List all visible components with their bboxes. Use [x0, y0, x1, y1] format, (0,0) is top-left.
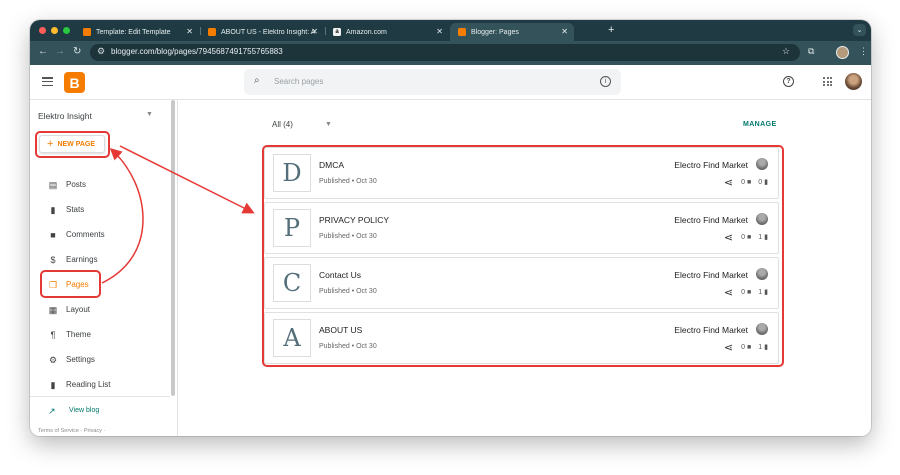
extensions-icon[interactable]: ⧉ — [808, 46, 814, 57]
url-field[interactable]: ⚙ blogger.com/blog/pages/794568749175576… — [90, 44, 800, 61]
sidebar-item-label: Reading List — [66, 380, 111, 389]
search-icon: ⌕ — [254, 75, 260, 86]
stats-icon: ▮ — [50, 204, 56, 215]
close-tab-icon[interactable]: ✕ — [186, 27, 193, 36]
blog-selector[interactable]: Elektro Insight — [38, 111, 92, 121]
close-tab-icon[interactable]: ✕ — [311, 27, 318, 36]
profile-avatar[interactable] — [836, 46, 849, 59]
sidebar-item-reading-list[interactable]: ▮ Reading List — [30, 375, 170, 395]
layout-icon: ▦ — [48, 304, 58, 315]
browser-tab[interactable]: a Amazon.com ✕ — [325, 23, 449, 41]
browser-tab-active[interactable]: Blogger: Pages ✕ — [450, 23, 574, 41]
tab-title: Blogger: Pages — [471, 28, 519, 36]
settings-icon: ⚙ — [48, 354, 58, 365]
browser-tab[interactable]: ABOUT US - Elektro Insight: A ✕ — [200, 23, 324, 41]
back-icon[interactable]: ← — [38, 46, 48, 57]
sidebar-item-layout[interactable]: ▦ Layout — [30, 300, 170, 320]
pages-filter-dropdown[interactable]: All (4) — [272, 120, 293, 129]
zoom-window-button[interactable] — [63, 27, 70, 34]
sidebar-item-comments[interactable]: ■ Comments — [30, 225, 170, 245]
sidebar-item-theme[interactable]: ¶ Theme — [30, 325, 170, 345]
help-icon[interactable]: ? — [783, 76, 794, 87]
sidebar-item-label: Theme — [66, 330, 91, 339]
sidebar-item-label: Stats — [66, 205, 85, 214]
browser-menu-icon[interactable]: ⋮ — [859, 46, 868, 57]
blogger-icon — [83, 28, 91, 36]
open-external-icon: ↗ — [48, 406, 56, 416]
tab-bar: Template: Edit Template ✕ ABOUT US - Ele… — [30, 20, 871, 41]
tab-search-icon[interactable]: ⌄ — [853, 24, 866, 36]
close-window-button[interactable] — [39, 27, 46, 34]
new-page-highlight — [35, 131, 110, 158]
account-avatar[interactable] — [845, 73, 862, 90]
menu-icon[interactable] — [42, 77, 53, 87]
site-info-icon[interactable]: ⚙ — [97, 46, 105, 57]
sidebar-item-posts[interactable]: ▤ Posts — [30, 175, 170, 195]
reading-list-icon: ▮ — [50, 379, 56, 390]
posts-icon: ▤ — [48, 179, 58, 190]
sidebar-item-label: Layout — [66, 305, 91, 314]
sidebar-item-stats[interactable]: ▮ Stats — [30, 200, 170, 220]
blogger-icon — [208, 28, 216, 36]
tab-title: Amazon.com — [346, 28, 387, 36]
sidebar-item-label: Comments — [66, 230, 105, 239]
theme-icon: ¶ — [50, 330, 56, 340]
address-bar: ← → ↻ ⚙ blogger.com/blog/pages/794568749… — [30, 41, 871, 65]
dropdown-caret-icon[interactable]: ▼ — [146, 111, 153, 118]
close-tab-icon[interactable]: ✕ — [436, 27, 443, 36]
amazon-icon: a — [333, 28, 341, 36]
sidebar-item-earnings[interactable]: $ Earnings — [30, 250, 170, 270]
blogger-icon — [458, 28, 466, 36]
reload-icon[interactable]: ↻ — [73, 46, 81, 57]
browser-tab[interactable]: Template: Edit Template ✕ — [75, 23, 199, 41]
info-icon[interactable]: i — [600, 76, 611, 87]
earnings-icon: $ — [50, 255, 56, 265]
tab-title: ABOUT US - Elektro Insight: A — [221, 28, 316, 36]
sidebar-item-label: Settings — [66, 355, 95, 364]
view-blog-link[interactable]: ↗ View blog — [30, 400, 170, 420]
sidebar-divider — [30, 396, 170, 397]
pages-highlight — [40, 270, 101, 298]
app-header: B ⌕ Search pages i ? — [30, 65, 871, 100]
sidebar-scrollbar[interactable] — [171, 100, 175, 396]
minimize-window-button[interactable] — [51, 27, 58, 34]
new-tab-icon[interactable]: + — [608, 24, 614, 36]
sidebar-item-settings[interactable]: ⚙ Settings — [30, 350, 170, 370]
footer-links[interactable]: Terms of Service · Privacy · — [38, 428, 105, 434]
view-blog-label: View blog — [69, 407, 100, 414]
manage-button[interactable]: MANAGE — [743, 121, 777, 128]
dropdown-caret-icon[interactable]: ▼ — [325, 121, 332, 128]
blogger-logo[interactable]: B — [64, 72, 85, 93]
bookmark-star-icon[interactable]: ☆ — [782, 46, 790, 57]
url-text: blogger.com/blog/pages/79456874917557658… — [111, 47, 283, 56]
search-box[interactable]: ⌕ Search pages i — [244, 69, 621, 95]
sidebar-item-label: Earnings — [66, 255, 98, 264]
close-tab-icon[interactable]: ✕ — [561, 27, 568, 36]
comments-icon: ■ — [50, 230, 56, 240]
pages-list-highlight — [262, 145, 784, 367]
forward-icon[interactable]: → — [55, 46, 65, 57]
search-input[interactable]: Search pages — [274, 77, 323, 86]
apps-grid-icon[interactable] — [823, 77, 832, 86]
tab-title: Template: Edit Template — [96, 28, 171, 36]
sidebar-item-label: Posts — [66, 180, 87, 189]
